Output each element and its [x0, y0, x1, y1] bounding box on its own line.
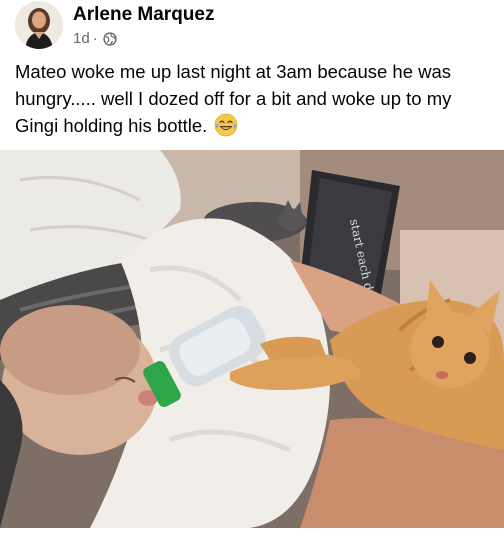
meta-separator: · [92, 30, 98, 47]
post-photo[interactable]: start each day grateful [0, 150, 504, 528]
post-text: Mateo woke me up last night at 3am becau… [15, 58, 495, 139]
post-meta: 1d · [73, 30, 117, 47]
bottom-strip [0, 528, 504, 540]
avatar[interactable] [15, 1, 63, 49]
globe-icon[interactable] [103, 31, 117, 46]
laughing-tears-emoji-icon [214, 113, 238, 137]
post-header: Arlene Marquez 1d · [0, 0, 504, 60]
post-time[interactable]: 1d [73, 30, 90, 47]
author-name[interactable]: Arlene Marquez [73, 4, 214, 26]
